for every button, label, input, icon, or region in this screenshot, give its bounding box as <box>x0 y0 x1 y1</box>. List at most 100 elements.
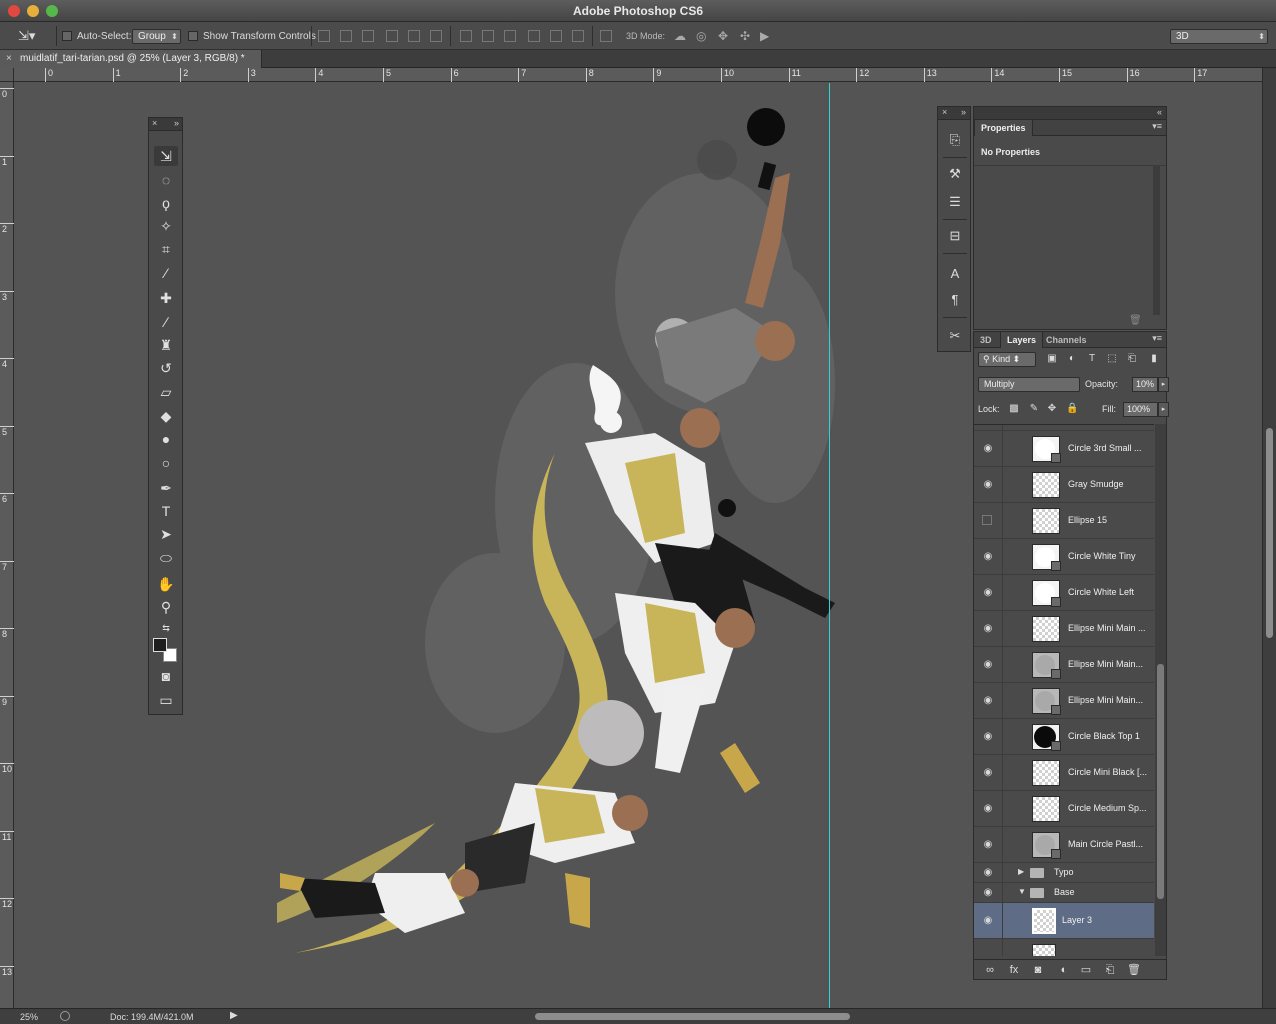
filter-pixel-icon[interactable]: ▣ <box>1046 353 1058 365</box>
eraser-tool-icon[interactable]: ▱ <box>154 382 178 402</box>
link-layers-icon[interactable]: ∞ <box>982 962 998 978</box>
filter-adjustment-icon[interactable]: ◐ <box>1066 353 1078 365</box>
layer-thumbnail[interactable] <box>1032 544 1061 571</box>
layer-thumbnail[interactable] <box>1032 436 1061 463</box>
align-hcenter-icon[interactable] <box>408 30 420 42</box>
visibility-eye-icon[interactable]: ◉ <box>982 803 994 815</box>
group-collapsed-arrow-icon[interactable]: ▶ <box>1018 867 1024 876</box>
brush-tool-icon[interactable]: ∕ <box>154 312 178 332</box>
tab-layers[interactable]: Layers <box>1000 332 1044 348</box>
blur-tool-icon[interactable]: ● <box>154 429 178 449</box>
healing-brush-tool-icon[interactable]: ✚ <box>154 288 178 308</box>
horizontal-scroll-thumb[interactable] <box>535 1013 850 1020</box>
align-bottom-icon[interactable] <box>362 30 374 42</box>
pen-tool-icon[interactable]: ✒ <box>154 478 178 498</box>
visibility-eye-icon[interactable]: ◉ <box>982 623 994 635</box>
layer-group-typo[interactable]: ◉ ▶ Typo <box>974 863 1154 883</box>
layer-row[interactable]: ◉ Circle White Tiny <box>974 539 1154 575</box>
group-expanded-arrow-icon[interactable]: ▼ <box>1018 887 1026 896</box>
visibility-eye-icon[interactable]: ◉ <box>982 443 994 455</box>
visibility-eye-icon[interactable]: ◉ <box>982 887 994 899</box>
align-right-icon[interactable] <box>430 30 442 42</box>
layer-thumbnail[interactable] <box>1032 760 1060 786</box>
panel-menu-icon[interactable]: ▾≡ <box>1152 333 1162 344</box>
align-vcenter-icon[interactable] <box>340 30 352 42</box>
auto-align-icon[interactable] <box>600 30 612 42</box>
lasso-tool-icon[interactable]: ϙ <box>154 193 178 213</box>
layer-thumbnail[interactable] <box>1032 472 1060 498</box>
eyedropper-tool-icon[interactable]: ⁄ <box>154 263 178 283</box>
distribute-left-icon[interactable] <box>528 30 540 42</box>
tool-presets-icon[interactable]: ⚒ <box>945 165 965 183</box>
3d-slide-icon[interactable]: ✣ <box>740 28 750 44</box>
visibility-eye-icon[interactable]: ◉ <box>982 551 994 563</box>
layer-thumbnail[interactable] <box>1032 908 1056 934</box>
adjustments-icon[interactable]: ☰ <box>945 193 965 211</box>
layer-thumbnail[interactable] <box>1032 944 1056 956</box>
dodge-tool-icon[interactable]: ○ <box>154 453 178 473</box>
vertical-scrollbar[interactable] <box>1262 68 1276 1008</box>
close-tab-icon[interactable]: × <box>6 50 12 68</box>
3d-rotate-icon[interactable]: ☁ <box>674 28 686 44</box>
distribute-top-icon[interactable] <box>460 30 472 42</box>
quick-mask-icon[interactable]: ◙ <box>154 666 178 686</box>
align-left-icon[interactable] <box>386 30 398 42</box>
add-mask-icon[interactable]: ◙ <box>1030 962 1046 978</box>
align-top-icon[interactable] <box>318 30 330 42</box>
3d-pan-icon[interactable]: ✥ <box>718 28 728 44</box>
layer-list[interactable]: ◉ Circle 3rd Small ... ◉ Gray Smudge Ellipse… <box>974 424 1154 956</box>
distribute-right-icon[interactable] <box>572 30 584 42</box>
new-group-icon[interactable]: ▭ <box>1078 962 1094 978</box>
auto-select-checkbox[interactable] <box>62 31 72 41</box>
ellipse-tool-icon[interactable]: ⬭ <box>154 548 178 568</box>
move-tool-icon[interactable]: ⇲ <box>154 146 178 166</box>
tab-3d[interactable]: 3D <box>974 332 998 348</box>
fill-input[interactable]: 100% <box>1123 402 1158 417</box>
marquee-tool-icon[interactable]: ◌ <box>154 170 178 190</box>
panel-menu-icon[interactable]: ▾≡ <box>1152 121 1162 132</box>
collapse-panel-icon[interactable]: « <box>1157 107 1162 117</box>
trash-icon[interactable]: 🗑 <box>1129 315 1142 326</box>
show-transform-checkbox[interactable] <box>188 31 198 41</box>
lock-position-icon[interactable]: ✥ <box>1046 402 1058 416</box>
swap-colors-icon[interactable]: ⇆ <box>154 618 178 638</box>
visibility-eye-icon[interactable]: ◉ <box>982 839 994 851</box>
layer-row[interactable]: ◉ Main Circle Pastl... <box>974 827 1154 863</box>
layer-thumbnail[interactable] <box>1032 616 1060 642</box>
type-tool-icon[interactable]: T <box>154 501 178 521</box>
expand-strip-icon[interactable]: » <box>961 107 966 117</box>
filter-toggle-icon[interactable]: ▮ <box>1148 353 1160 365</box>
fill-slider-toggle[interactable]: ▸ <box>1158 402 1169 417</box>
visibility-eye-icon[interactable]: ◉ <box>982 915 994 927</box>
properties-scrollbar[interactable] <box>1153 165 1160 315</box>
visibility-eye-icon[interactable]: ◉ <box>982 587 994 599</box>
3d-scale-icon[interactable]: ▶ <box>760 28 769 44</box>
distribute-hcenter-icon[interactable] <box>550 30 562 42</box>
layers-scroll-thumb[interactable] <box>1157 664 1164 899</box>
layer-row[interactable]: ◉ Circle Black Top 1 <box>974 719 1154 755</box>
path-selection-tool-icon[interactable]: ➤ <box>154 524 178 544</box>
visibility-toggle-empty[interactable] <box>982 515 992 525</box>
history-panel-icon[interactable]: ⎘ <box>945 131 965 149</box>
clone-stamp-tool-icon[interactable]: ♜ <box>154 335 178 355</box>
tools-panel-header[interactable]: × » <box>149 118 182 131</box>
layer-row[interactable]: ◉ Circle 3rd Small ... <box>974 431 1154 467</box>
properties-panel-header[interactable]: « <box>974 107 1166 120</box>
paragraph-panel-icon[interactable]: ¶ <box>945 291 965 309</box>
auto-select-dropdown[interactable]: Group <box>132 28 181 44</box>
layer-row[interactable]: ◉ Ellipse Mini Main ... <box>974 611 1154 647</box>
character-panel-icon[interactable]: A <box>945 265 965 283</box>
layer-row-partial[interactable] <box>974 939 1154 956</box>
filter-shape-icon[interactable]: ⬚ <box>1106 353 1118 365</box>
status-menu-arrow[interactable]: ▶ <box>230 1010 238 1021</box>
expand-panel-icon[interactable]: » <box>174 118 179 128</box>
layer-row[interactable]: ◉ Ellipse Mini Main... <box>974 647 1154 683</box>
crop-tool-icon[interactable]: ⌗ <box>154 239 178 259</box>
adjustment-layer-icon[interactable]: ◐ <box>1056 962 1072 978</box>
move-tool-preset-icon[interactable]: ⇲▾ <box>18 28 35 44</box>
history-brush-tool-icon[interactable]: ↺ <box>154 358 178 378</box>
layer-group-base[interactable]: ◉ ▼ Base <box>974 883 1154 903</box>
layer-row[interactable]: ◉ Circle White Left <box>974 575 1154 611</box>
horizontal-ruler[interactable]: 0 1 2 3 4 5 6 7 8 9 10 11 12 13 14 15 16 17 <box>14 68 1262 82</box>
magic-wand-tool-icon[interactable]: ✧ <box>154 216 178 236</box>
